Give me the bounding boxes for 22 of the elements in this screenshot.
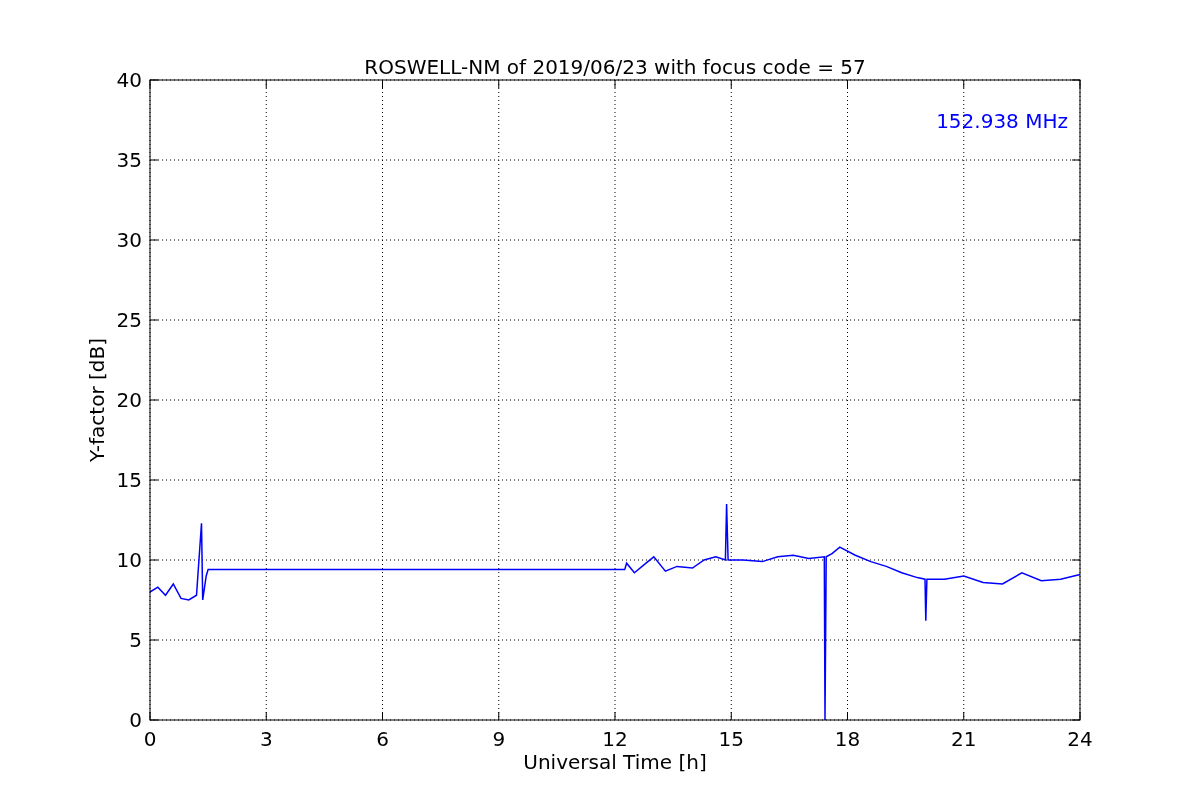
x-tick-label: 6 (376, 727, 389, 751)
x-tick-label: 9 (492, 727, 506, 751)
series-label: 152.938 MHz (936, 109, 1068, 133)
chart-title: ROSWELL-NM of 2019/06/23 with focus code = 57 (364, 55, 866, 79)
y-axis-label: Y-factor [dB] (85, 338, 109, 462)
y-tick-label: 25 (116, 308, 142, 332)
y-tick-label: 20 (116, 388, 142, 412)
y-tick-label: 35 (116, 148, 142, 172)
y-tick-label: 40 (116, 68, 142, 92)
y-tick-label: 30 (116, 228, 142, 252)
x-tick-label: 12 (602, 727, 628, 751)
x-tick-label: 18 (834, 727, 861, 751)
y-tick-label: 15 (116, 468, 142, 492)
y-tick-label: 10 (116, 548, 142, 572)
x-tick-label: 15 (718, 727, 744, 751)
y-tick-label: 5 (129, 628, 142, 652)
x-tick-label: 21 (951, 727, 977, 751)
x-axis-label: Universal Time [h] (523, 750, 707, 774)
x-tick-label: 0 (143, 727, 157, 751)
x-tick-label: 24 (1067, 727, 1093, 751)
y-tick-label: 0 (129, 708, 142, 732)
x-tick-label: 3 (259, 727, 273, 751)
